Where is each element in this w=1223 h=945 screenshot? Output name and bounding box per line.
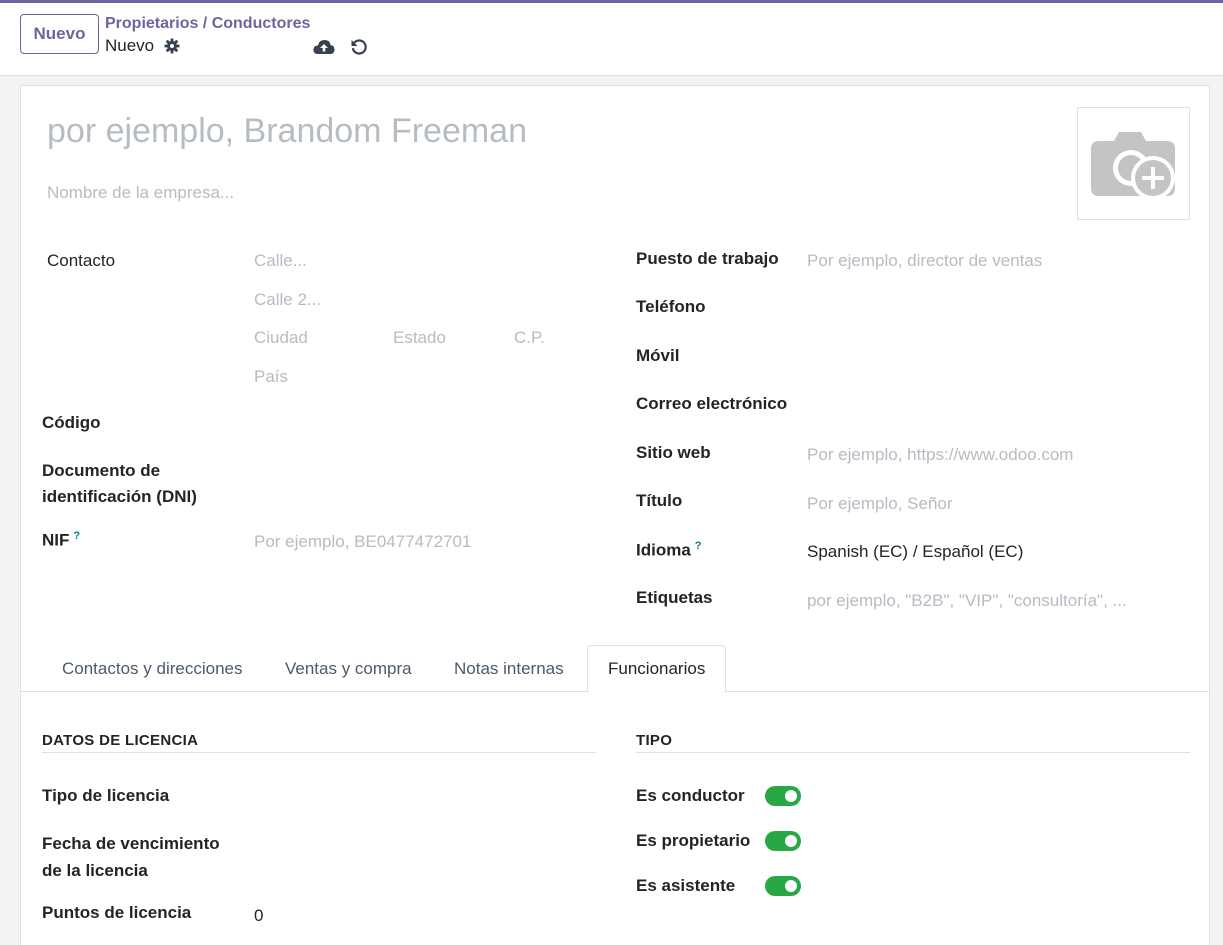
license-expiry-label-line2: de la licencia (42, 861, 148, 880)
new-button[interactable]: Nuevo (20, 14, 99, 54)
website-label: Sitio web (636, 443, 711, 462)
breadcrumb-parent[interactable]: Propietarios / Conductores (105, 15, 310, 33)
title-input[interactable]: Por ejemplo, Señor (807, 494, 953, 514)
type-section-title: TIPO (636, 732, 1190, 753)
license-expiry-label-line1: Fecha de vencimiento (42, 834, 220, 853)
is-assistant-toggle[interactable] (765, 876, 801, 896)
license-section-title: DATOS DE LICENCIA (42, 732, 596, 753)
form-sheet: por ejemplo, Brandom Freeman Nombre de l… (20, 85, 1210, 945)
website-input[interactable]: Por ejemplo, https://www.odoo.com (807, 445, 1073, 465)
breadcrumb-current: Nuevo (105, 36, 180, 56)
street2-input[interactable]: Calle 2... (254, 290, 321, 310)
nif-help-icon[interactable]: ? (73, 530, 80, 542)
dni-label-line1: Documento de (42, 461, 161, 480)
phone-label: Teléfono (636, 297, 706, 316)
mobile-label: Móvil (636, 346, 680, 365)
tags-label: Etiquetas (636, 588, 713, 607)
tab-sales-purchase[interactable]: Ventas y compra (265, 645, 432, 692)
is-owner-label: Es propietario (636, 831, 751, 850)
gear-icon[interactable] (164, 38, 180, 54)
cloud-upload-icon[interactable] (313, 36, 335, 58)
notebook-tabs: Contactos y direcciones Ventas y compra … (21, 645, 1209, 693)
license-points-label: Puntos de licencia (42, 903, 192, 922)
street-input[interactable]: Calle... (254, 251, 307, 271)
avatar-upload[interactable] (1077, 107, 1190, 220)
contact-label: Contacto (47, 251, 116, 270)
language-select[interactable]: Spanish (EC) / Español (EC) (807, 542, 1023, 562)
country-input[interactable]: País (254, 367, 288, 387)
is-driver-toggle[interactable] (765, 786, 801, 806)
tab-internal-notes[interactable]: Notas internas (434, 645, 584, 692)
nif-input[interactable]: Por ejemplo, BE0477472701 (254, 532, 471, 552)
control-panel: Nuevo Propietarios / Conductores Nuevo (0, 3, 1223, 76)
language-label-text: Idioma (636, 540, 691, 560)
city-input[interactable]: Ciudad (254, 328, 308, 348)
undo-icon[interactable] (348, 36, 370, 58)
state-input[interactable]: Estado (393, 328, 446, 348)
license-type-label: Tipo de licencia (42, 786, 170, 805)
job-position-input[interactable]: Por ejemplo, director de ventas (807, 251, 1042, 271)
nif-label-text: NIF (42, 530, 70, 550)
is-assistant-label: Es asistente (636, 876, 736, 895)
job-position-label: Puesto de trabajo (636, 249, 779, 268)
is-owner-toggle[interactable] (765, 831, 801, 851)
zip-input[interactable]: C.P. (514, 328, 545, 348)
title-label: Título (636, 491, 683, 510)
license-points-input[interactable]: 0 (254, 906, 263, 926)
tab-contacts-addresses[interactable]: Contactos y direcciones (42, 645, 262, 692)
nif-label: NIF? (42, 530, 80, 551)
breadcrumb-current-label: Nuevo (105, 36, 155, 55)
email-label: Correo electrónico (636, 394, 788, 413)
is-driver-label: Es conductor (636, 786, 745, 805)
camera-plus-icon (1090, 131, 1175, 200)
code-label: Código (42, 413, 101, 432)
language-help-icon[interactable]: ? (695, 540, 702, 552)
tab-officials[interactable]: Funcionarios (587, 645, 727, 693)
dni-label-line2: identificación (DNI) (42, 487, 197, 506)
company-name-input[interactable]: Nombre de la empresa... (47, 183, 234, 203)
name-input[interactable]: por ejemplo, Brandom Freeman (47, 112, 527, 151)
tags-input[interactable]: por ejemplo, "B2B", "VIP", "consultoría"… (807, 591, 1127, 611)
language-label: Idioma? (636, 540, 702, 561)
